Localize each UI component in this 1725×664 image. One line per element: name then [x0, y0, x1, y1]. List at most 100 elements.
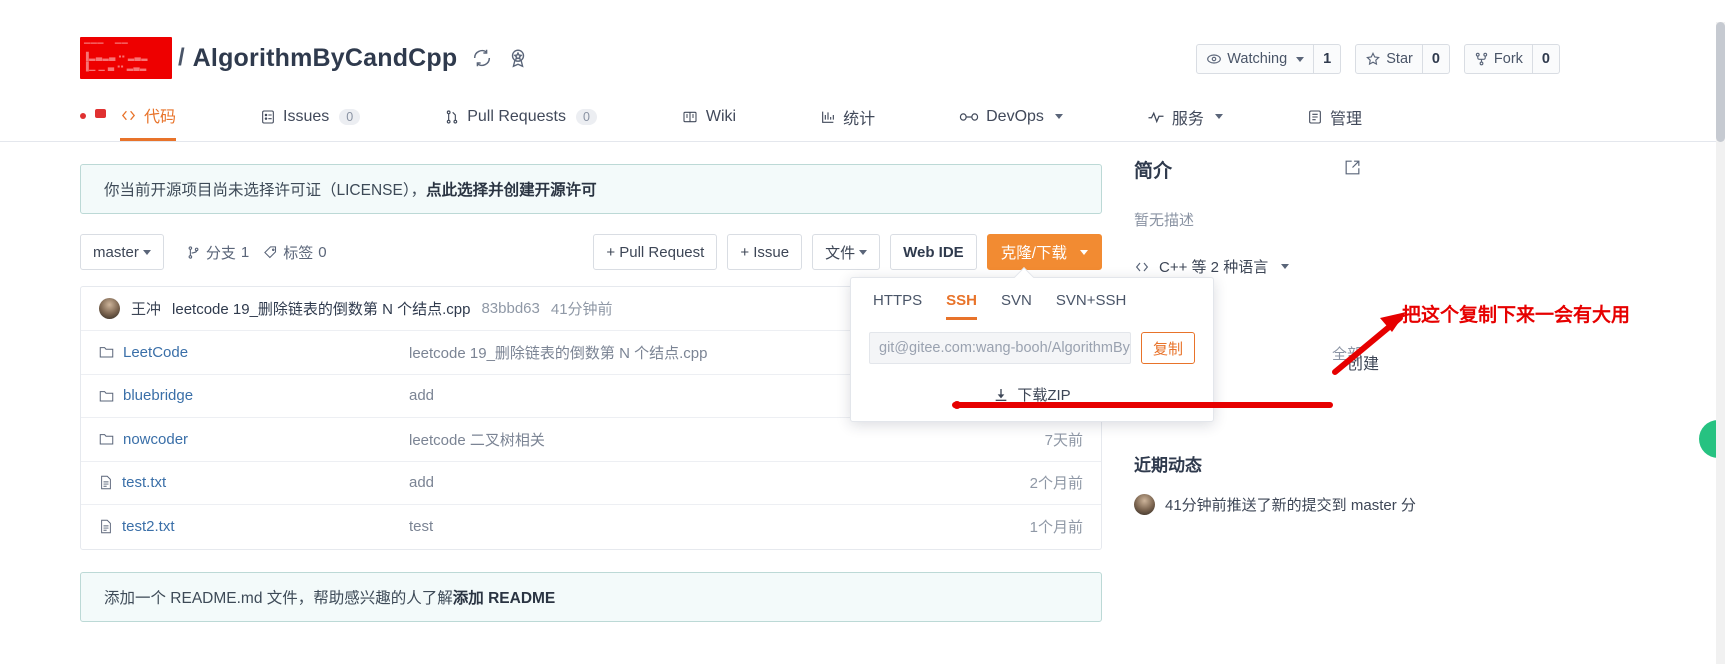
license-banner: 你当前开源项目尚未选择许可证（LICENSE）， 点此选择并创建开源许可	[80, 164, 1102, 214]
file-time: 2个月前	[1029, 475, 1083, 493]
fork-button-group[interactable]: Fork 0	[1463, 44, 1560, 74]
edit-icon[interactable]	[1343, 158, 1362, 182]
table-row[interactable]: nowcoder leetcode 二叉树相关 7天前	[81, 418, 1101, 462]
pulse-icon	[1148, 111, 1164, 123]
chevron-down-icon	[1054, 114, 1063, 119]
new-issue-button[interactable]: + Issue	[727, 234, 803, 270]
file-name: nowcoder	[123, 430, 189, 448]
sidebar-intro-title: 简介	[1134, 161, 1173, 182]
commit-message[interactable]: leetcode 19_删除链表的倒数第 N 个结点.cpp	[172, 298, 470, 319]
repo-language-label: C++ 等 2 种语言	[1159, 259, 1269, 276]
repo-name[interactable]: AlgorithmByCandCpp	[193, 44, 458, 73]
branches-link[interactable]: 分支 1	[186, 242, 249, 263]
branch-selector[interactable]: master	[80, 234, 164, 270]
nav-item-services[interactable]: 服务	[1147, 94, 1223, 141]
avatar[interactable]	[99, 298, 120, 319]
file-name-cell[interactable]: nowcoder	[99, 431, 409, 448]
nav-item-devops-label: DevOps	[986, 107, 1044, 125]
download-zip-button[interactable]: 下载ZIP	[851, 364, 1213, 421]
new-pull-request-button[interactable]: + Pull Request	[593, 234, 718, 270]
nav-item-pull-requests[interactable]: Pull Requests 0	[444, 94, 597, 141]
license-banner-link[interactable]: 点此选择并创建开源许可	[426, 178, 597, 200]
chevron-down-icon	[142, 249, 151, 255]
nav-marker-block-icon	[95, 109, 106, 118]
fork-icon	[1475, 52, 1488, 66]
folder-icon	[99, 390, 114, 402]
nav-item-code[interactable]: 代码	[120, 94, 177, 141]
nav-item-issues-label: Issues	[283, 107, 330, 125]
readme-banner: 添加一个 README.md 文件，帮助感兴趣的人了解 添加 README	[80, 571, 1102, 622]
star-button[interactable]: Star	[1355, 44, 1423, 74]
owner-name-redacted[interactable]: ▔▔▔ ▔▔ ▐▂▃▂▃ ▪▪ ▂▃▂ ▐▁ ▁ ▃ ▪▪ ▂▃▂	[80, 37, 172, 79]
nav-item-wiki[interactable]: Wiki	[681, 94, 736, 141]
clone-tab-https[interactable]: HTTPS	[873, 292, 922, 320]
file-time: 7天前	[1044, 431, 1083, 449]
table-row[interactable]: test.txt add 2个月前	[81, 462, 1101, 505]
star-count[interactable]: 0	[1422, 44, 1450, 74]
nav-item-statistics[interactable]: 统计	[820, 94, 875, 141]
fork-count[interactable]: 0	[1532, 44, 1560, 74]
watch-button[interactable]: Watching	[1196, 44, 1315, 74]
repo-nav: 代码 Issues 0 Pull Requests 0 Wiki 统计 DevO…	[0, 94, 1725, 142]
file-name-cell[interactable]: test.txt	[99, 474, 409, 491]
commit-sha[interactable]: 83bbd63	[481, 300, 539, 317]
code-icon	[121, 110, 136, 120]
star-button-group[interactable]: Star 0	[1355, 44, 1450, 74]
chevron-down-icon	[1214, 114, 1223, 119]
nav-item-manage[interactable]: 管理	[1307, 94, 1362, 141]
folder-icon	[99, 434, 114, 445]
file-name: LeetCode	[123, 343, 189, 361]
clone-tab-svn-ssh[interactable]: SVN+SSH	[1056, 292, 1126, 320]
watch-button-group[interactable]: Watching 1	[1196, 44, 1342, 74]
table-row[interactable]: test2.txt test 1个月前	[81, 505, 1101, 549]
file-commit-message: leetcode 二叉树相关	[409, 431, 545, 449]
folder-icon	[99, 347, 114, 358]
badge-icon[interactable]	[507, 47, 529, 69]
clone-tab-svn[interactable]: SVN	[1001, 292, 1032, 320]
chevron-down-icon	[1281, 264, 1290, 269]
file-name: test2.txt	[122, 518, 175, 536]
clone-download-button[interactable]: 克隆/下载	[986, 234, 1102, 270]
issue-icon	[262, 109, 274, 124]
readme-banner-link[interactable]: 添加 README	[453, 586, 555, 608]
nav-item-issues[interactable]: Issues 0	[260, 94, 361, 141]
files-menu-button[interactable]: 文件	[812, 234, 881, 270]
web-ide-button[interactable]: Web IDE	[890, 234, 977, 270]
nav-item-manage-label: 管理	[1329, 110, 1362, 128]
file-time: 1个月前	[1029, 519, 1083, 537]
star-icon	[1366, 52, 1381, 66]
sync-icon[interactable]	[471, 47, 493, 69]
commit-author[interactable]: 王冲	[131, 298, 161, 319]
avatar[interactable]	[1134, 494, 1155, 515]
clone-tab-ssh[interactable]: SSH	[946, 292, 978, 320]
top-strip	[0, 0, 1725, 22]
create-text: 创建	[1347, 356, 1380, 373]
download-icon	[995, 388, 1007, 401]
repo-language-selector[interactable]: C++ 等 2 种语言	[1134, 256, 1502, 277]
code-icon	[1135, 262, 1149, 271]
fork-button[interactable]: Fork	[1463, 44, 1533, 74]
copy-button[interactable]: 复制	[1140, 332, 1195, 364]
eye-icon	[1207, 54, 1222, 64]
file-name-cell[interactable]: bluebridge	[99, 387, 409, 404]
scrollbar-thumb[interactable]	[1716, 22, 1725, 142]
watch-count[interactable]: 1	[1314, 44, 1342, 74]
file-icon	[101, 476, 111, 490]
sidebar-intro-header: 简介	[1134, 156, 1502, 183]
tags-link[interactable]: 标签 0	[263, 242, 327, 263]
clone-url-input[interactable]: git@gitee.com:wang-booh/AlgorithmByCandC…	[869, 332, 1131, 364]
readme-banner-text: 添加一个 README.md 文件，帮助感兴趣的人了解	[104, 589, 453, 607]
nav-item-code-label: 代码	[144, 109, 177, 126]
activity-item: 41分钟前推送了新的提交到 master 分	[1134, 494, 1502, 515]
files-menu-label: 文件	[825, 244, 856, 262]
repo-social-actions: Watching 1 Star 0 Fork 0	[1196, 44, 1560, 74]
tags-label: 标签	[283, 244, 314, 262]
nav-item-devops[interactable]: DevOps	[959, 94, 1063, 141]
file-name-cell[interactable]: test2.txt	[99, 518, 409, 535]
file-name: test.txt	[122, 474, 167, 492]
file-name: bluebridge	[123, 387, 194, 405]
file-name-cell[interactable]: LeetCode	[99, 344, 409, 361]
page-scrollbar[interactable]	[1716, 22, 1725, 664]
star-label: Star	[1386, 51, 1413, 67]
annotation-note: 把这个复制下来一会有大用	[1402, 305, 1631, 326]
